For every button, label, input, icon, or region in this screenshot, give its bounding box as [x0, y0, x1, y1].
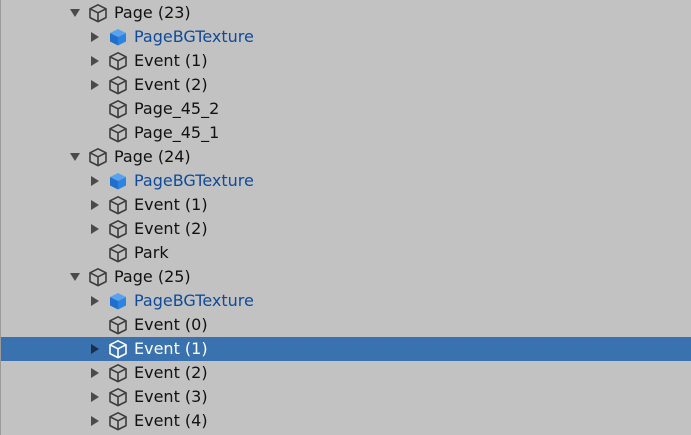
- hierarchy-row-label: Page_45_1: [134, 123, 220, 142]
- prefab-icon: [108, 291, 128, 311]
- gameobject-icon: [108, 411, 128, 431]
- gameobject-icon: [88, 3, 108, 23]
- expand-arrow-right-icon[interactable]: [89, 343, 101, 355]
- hierarchy-row-label: Page (23): [114, 3, 191, 22]
- gameobject-icon: [108, 99, 128, 119]
- gameobject-icon: [108, 387, 128, 407]
- hierarchy-row-label: Event (4): [134, 411, 208, 430]
- hierarchy-row-label: Event (1): [134, 51, 208, 70]
- hierarchy-row-label: Event (3): [134, 387, 208, 406]
- gameobject-icon: [108, 363, 128, 383]
- gameobject-icon: [108, 243, 128, 263]
- hierarchy-row[interactable]: PageBGTexture: [1, 289, 691, 313]
- gameobject-icon: [108, 315, 128, 335]
- hierarchy-row-label: Event (1): [134, 339, 208, 358]
- hierarchy-row[interactable]: Event (1): [1, 49, 691, 73]
- expand-arrow-right-icon[interactable]: [89, 223, 101, 235]
- hierarchy-row[interactable]: Page_45_2: [1, 97, 691, 121]
- prefab-icon: [108, 171, 128, 191]
- hierarchy-row[interactable]: PageBGTexture: [1, 169, 691, 193]
- hierarchy-row-label: Event (2): [134, 75, 208, 94]
- hierarchy-row[interactable]: Page_45_1: [1, 121, 691, 145]
- hierarchy-row-label: Page_45_2: [134, 99, 220, 118]
- expand-arrow-right-icon[interactable]: [89, 391, 101, 403]
- gameobject-icon: [88, 147, 108, 167]
- hierarchy-row-label: Event (2): [134, 363, 208, 382]
- gameobject-icon: [108, 123, 128, 143]
- expand-arrow-right-icon[interactable]: [89, 31, 101, 43]
- hierarchy-row-label: Park: [134, 243, 169, 262]
- hierarchy-row[interactable]: Event (1): [1, 337, 691, 361]
- expand-arrow-right-icon[interactable]: [89, 415, 101, 427]
- expand-arrow-right-icon[interactable]: [89, 367, 101, 379]
- expand-arrow-right-icon[interactable]: [89, 295, 101, 307]
- hierarchy-row[interactable]: Event (2): [1, 361, 691, 385]
- hierarchy-row[interactable]: Page (23): [1, 1, 691, 25]
- prefab-icon: [108, 27, 128, 47]
- hierarchy-row[interactable]: Event (1): [1, 193, 691, 217]
- hierarchy-row-label: Page (24): [114, 147, 191, 166]
- hierarchy-row[interactable]: Event (0): [1, 313, 691, 337]
- gameobject-icon: [88, 267, 108, 287]
- expand-arrow-right-icon[interactable]: [89, 79, 101, 91]
- expand-arrow-down-icon[interactable]: [69, 7, 81, 19]
- gameobject-icon: [108, 219, 128, 239]
- expand-arrow-down-icon[interactable]: [69, 151, 81, 163]
- hierarchy-row-label: PageBGTexture: [134, 291, 254, 310]
- gameobject-icon: [108, 51, 128, 71]
- gameobject-icon: [108, 195, 128, 215]
- hierarchy-row[interactable]: Park: [1, 241, 691, 265]
- expand-arrow-right-icon[interactable]: [89, 175, 101, 187]
- hierarchy-row[interactable]: Event (2): [1, 217, 691, 241]
- hierarchy-row-label: Page (25): [114, 267, 191, 286]
- hierarchy-row-label: Event (1): [134, 195, 208, 214]
- hierarchy-row[interactable]: PageBGTexture: [1, 25, 691, 49]
- gameobject-icon: [108, 75, 128, 95]
- hierarchy-row[interactable]: Event (3): [1, 385, 691, 409]
- hierarchy-row-label: Event (0): [134, 315, 208, 334]
- hierarchy-panel[interactable]: Page (23) PageBGTexture Event (1) Event (2)…: [0, 0, 691, 435]
- hierarchy-row[interactable]: Event (4): [1, 409, 691, 433]
- hierarchy-row-label: PageBGTexture: [134, 171, 254, 190]
- expand-arrow-down-icon[interactable]: [69, 271, 81, 283]
- hierarchy-row[interactable]: Page (24): [1, 145, 691, 169]
- expand-arrow-right-icon[interactable]: [89, 199, 101, 211]
- hierarchy-row[interactable]: Event (2): [1, 73, 691, 97]
- hierarchy-row[interactable]: Page (25): [1, 265, 691, 289]
- expand-arrow-right-icon[interactable]: [89, 55, 101, 67]
- hierarchy-row-label: Event (2): [134, 219, 208, 238]
- hierarchy-row-label: PageBGTexture: [134, 27, 254, 46]
- gameobject-icon: [108, 339, 128, 359]
